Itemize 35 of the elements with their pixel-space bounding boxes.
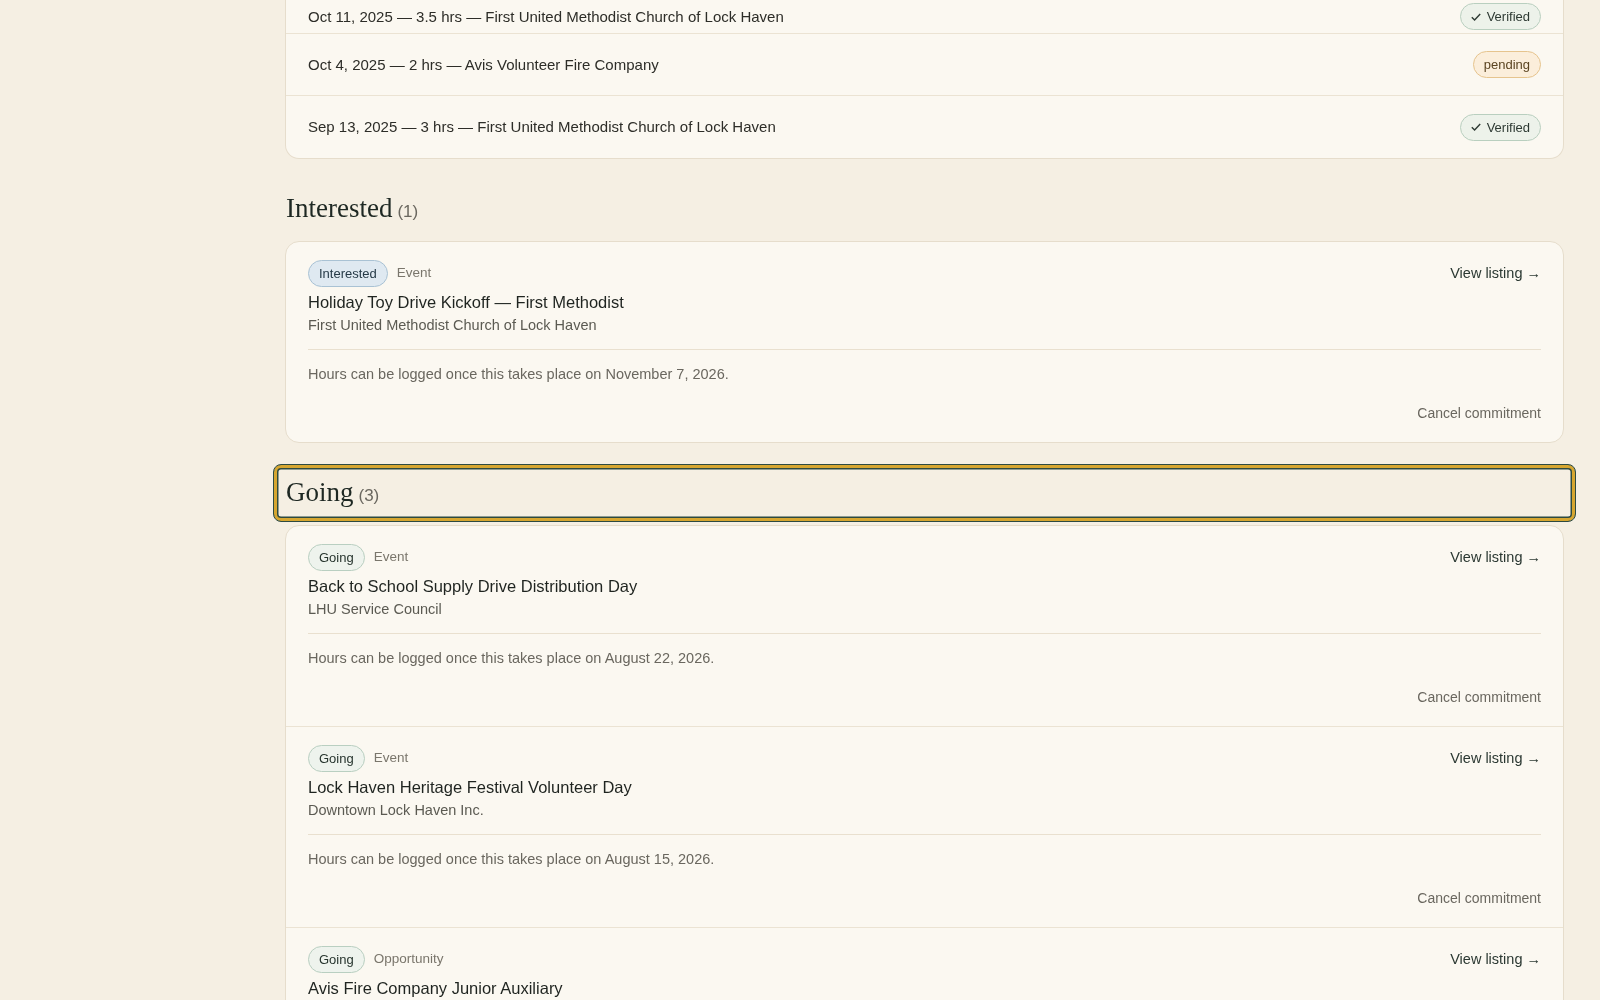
- view-listing-link[interactable]: View listing →: [1450, 544, 1541, 571]
- listing-type-label: Event: [373, 749, 409, 768]
- listing-title: Holiday Toy Drive Kickoff — First Methodist: [308, 292, 624, 313]
- section-heading[interactable]: Going (3): [273, 464, 1576, 522]
- status-tag: Interested: [308, 260, 388, 287]
- cancel-commitment-link[interactable]: Cancel commitment: [1417, 403, 1541, 424]
- listing-type-label: Opportunity: [373, 950, 444, 969]
- status-tag: Going: [308, 745, 365, 772]
- listing-title: Lock Haven Heritage Festival Volunteer Day: [308, 777, 632, 798]
- organization-name: First United Methodist Church of Lock Haven: [308, 316, 598, 335]
- hours-note: Hours can be logged once this takes place on August 15, 2026.: [308, 850, 716, 869]
- hours-entry-text: Oct 11, 2025 — 3.5 hrs — First United Methodist Church of Lock Haven: [308, 6, 784, 27]
- hours-entry-text: Sep 13, 2025 — 3 hrs — First United Methodist Church of Lock Haven: [308, 117, 776, 137]
- status-tag: pending: [1472, 51, 1541, 78]
- hours-note: Hours can be logged once this takes place on November 7, 2026.: [308, 365, 730, 384]
- listing-title: Avis Fire Company Junior Auxiliary: [308, 978, 563, 999]
- check-icon: [1470, 12, 1481, 21]
- listing-type-label: Event: [396, 264, 432, 283]
- status-tag: Going: [308, 544, 365, 571]
- organization-name: Downtown Lock Haven Inc.: [308, 801, 485, 820]
- cancel-commitment-link[interactable]: Cancel commitment: [1417, 888, 1541, 909]
- hours-entry-text: Oct 4, 2025 — 2 hrs — Avis Volunteer Fire Company: [308, 54, 659, 75]
- status-tag: Verified: [1459, 113, 1541, 141]
- hours-note: Hours can be logged once this takes place on August 22, 2026.: [308, 649, 716, 668]
- view-listing-link[interactable]: View listing →: [1450, 745, 1541, 772]
- view-listing-link[interactable]: View listing →: [1450, 260, 1541, 287]
- view-listing-link[interactable]: View listing →: [1450, 946, 1541, 973]
- listing-title: Back to School Supply Drive Distribution Day: [308, 576, 638, 597]
- status-tag: Verified: [1459, 3, 1541, 30]
- section-heading[interactable]: Interested (1): [273, 180, 1576, 238]
- cancel-commitment-link[interactable]: Cancel commitment: [1417, 687, 1541, 708]
- organization-name: LHU Service Council: [308, 600, 443, 619]
- status-tag: Going: [308, 946, 365, 973]
- listing-type-label: Event: [373, 548, 409, 567]
- check-icon: [1470, 123, 1481, 131]
